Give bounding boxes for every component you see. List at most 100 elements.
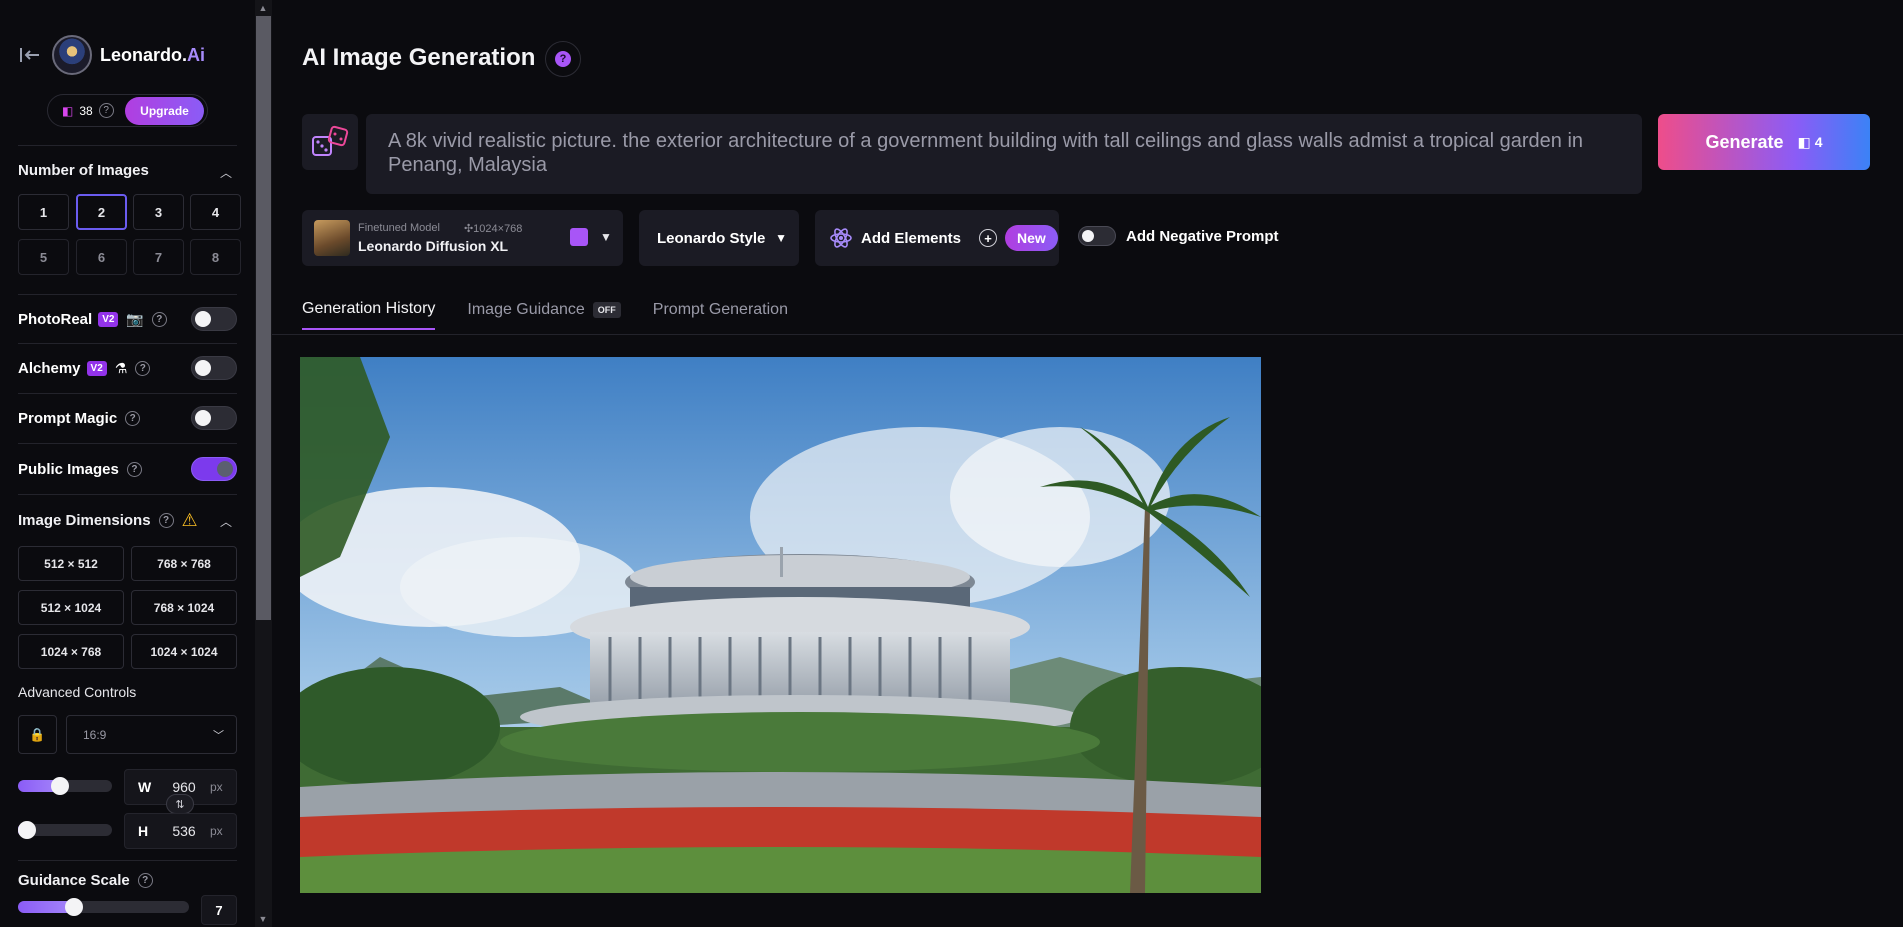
model-name: Leonardo Diffusion XL [358, 238, 509, 254]
dimension-option[interactable]: 512 × 512 [18, 546, 124, 581]
style-select[interactable]: Leonardo Style ▼ [639, 210, 799, 266]
alchemy-row: Alchemy V2 ⚗ ? [18, 356, 237, 380]
main-panel: AI Image Generation ? A 8k vivid realist… [272, 0, 1903, 927]
divider [18, 393, 237, 394]
sidebar-scroll-thumb[interactable] [256, 16, 271, 620]
aspect-ratio-select[interactable]: 16:9 ﹀ [66, 715, 237, 754]
warning-icon: ⚠ [181, 510, 198, 530]
swap-icon: ⇅ [175, 798, 185, 811]
num-images-option[interactable]: 7 [133, 239, 184, 275]
tabs-divider [272, 334, 1903, 335]
dimension-option[interactable]: 512 × 1024 [18, 590, 124, 625]
add-elements-button[interactable]: Add Elements + New [815, 210, 1059, 266]
guidance-slider-thumb[interactable] [65, 898, 83, 916]
height-value[interactable]: 536 [164, 823, 204, 839]
height-field[interactable]: H 536 px [124, 813, 237, 849]
upgrade-button[interactable]: Upgrade [125, 96, 204, 125]
lock-icon: 🔒 [29, 726, 46, 742]
random-prompt-button[interactable] [302, 114, 358, 170]
num-images-option[interactable]: 2 [76, 194, 127, 230]
lock-aspect-button[interactable]: 🔒 [18, 715, 57, 754]
aspect-ratio-value: 16:9 [83, 727, 107, 742]
tab-image-guidance[interactable]: Image Guidance OFF [467, 300, 621, 330]
photoreal-row: PhotoReal V2 📷 ? [18, 307, 237, 331]
divider [18, 145, 237, 146]
height-unit: px [210, 824, 223, 838]
flask-icon: ⚗ [114, 359, 128, 376]
generate-button[interactable]: Generate ◧ 4 [1658, 114, 1870, 170]
dice-icon [312, 125, 349, 156]
model-dims: ✣1024×768 [463, 223, 523, 235]
num-images-option[interactable]: 6 [76, 239, 127, 275]
camera-icon: 📷 [126, 310, 144, 327]
chevron-up-icon[interactable]: ︿ [220, 164, 232, 181]
page-title: AI Image Generation [302, 44, 536, 71]
avatar[interactable] [52, 35, 92, 75]
num-images-option[interactable]: 8 [190, 239, 241, 275]
width-slider-thumb[interactable] [51, 777, 69, 795]
height-slider-thumb[interactable] [18, 821, 36, 839]
help-icon[interactable]: ? [98, 103, 114, 118]
guidance-scale-title: Guidance Scale ? [18, 872, 153, 889]
help-icon[interactable]: ? [151, 311, 167, 327]
width-letter: W [138, 779, 152, 795]
generated-image[interactable] [300, 357, 1261, 893]
height-slider[interactable] [18, 821, 112, 839]
tab-prompt-generation[interactable]: Prompt Generation [653, 300, 788, 330]
model-selector[interactable]: Finetuned Model ✣1024×768 Leonardo Diffus… [302, 210, 623, 266]
scroll-up-icon[interactable]: ▲ [257, 3, 269, 13]
prompt-input[interactable]: A 8k vivid realistic picture. the exteri… [366, 114, 1642, 194]
negative-prompt-toggle[interactable] [1078, 226, 1116, 246]
image-dimensions-label: Image Dimensions [18, 512, 151, 529]
brand-row: Leonardo.Ai [18, 35, 205, 75]
tab-generation-history[interactable]: Generation History [302, 300, 436, 330]
width-slider[interactable] [18, 777, 112, 795]
model-thumbnail [314, 220, 350, 256]
alchemy-label: Alchemy [18, 359, 81, 377]
scroll-down-icon[interactable]: ▼ [257, 914, 269, 924]
divider [18, 343, 237, 344]
dimension-option[interactable]: 768 × 768 [131, 546, 237, 581]
num-images-option[interactable]: 5 [18, 239, 69, 275]
public-images-toggle[interactable] [191, 457, 237, 481]
dimension-option[interactable]: 1024 × 1024 [131, 634, 237, 669]
guidance-scale-value[interactable]: 7 [201, 895, 237, 925]
num-images-option[interactable]: 4 [190, 194, 241, 230]
caret-down-icon[interactable]: ▼ [600, 230, 612, 244]
photoreal-toggle[interactable] [191, 307, 237, 331]
divider [18, 443, 237, 444]
help-icon[interactable]: ? [125, 410, 141, 426]
divider [18, 860, 237, 861]
token-count: 38 [79, 103, 93, 118]
collapse-sidebar-icon[interactable] [18, 45, 42, 65]
dimension-option[interactable]: 1024 × 768 [18, 634, 124, 669]
num-images-option[interactable]: 1 [18, 194, 69, 230]
v2-badge: V2 [98, 311, 119, 327]
title-help-button[interactable]: ? [545, 41, 581, 77]
swap-dimensions-button[interactable]: ⇅ [166, 794, 194, 814]
help-icon[interactable]: ? [137, 873, 153, 888]
guidance-scale-label: Guidance Scale [18, 872, 130, 889]
help-icon[interactable]: ? [135, 360, 151, 376]
dimension-option[interactable]: 768 × 1024 [131, 590, 237, 625]
caret-down-icon: ▼ [775, 231, 787, 245]
generate-label: Generate [1705, 131, 1784, 152]
num-images-option[interactable]: 3 [133, 194, 184, 230]
public-images-label: Public Images [18, 460, 119, 478]
alchemy-toggle[interactable] [191, 356, 237, 380]
v2-badge: V2 [86, 360, 107, 376]
prompt-magic-toggle[interactable] [191, 406, 237, 430]
help-icon[interactable]: ? [158, 513, 174, 528]
model-subtitle: Finetuned Model [358, 222, 440, 234]
token-pill: ◧ 38 ? Upgrade [47, 94, 208, 127]
prompt-magic-label: Prompt Magic [18, 409, 118, 427]
plus-circle-icon: + [979, 229, 998, 247]
chevron-up-icon[interactable]: ︿ [220, 513, 232, 530]
photoreal-label: PhotoReal [18, 310, 93, 328]
new-badge: New [1005, 225, 1058, 251]
guidance-scale-slider[interactable] [18, 898, 189, 916]
main-tabs: Generation History Image Guidance OFF Pro… [302, 300, 788, 330]
sidebar: Leonardo.Ai ◧ 38 ? Upgrade Number of Ima… [0, 0, 255, 927]
help-icon[interactable]: ? [126, 461, 142, 477]
width-value[interactable]: 960 [164, 779, 204, 795]
